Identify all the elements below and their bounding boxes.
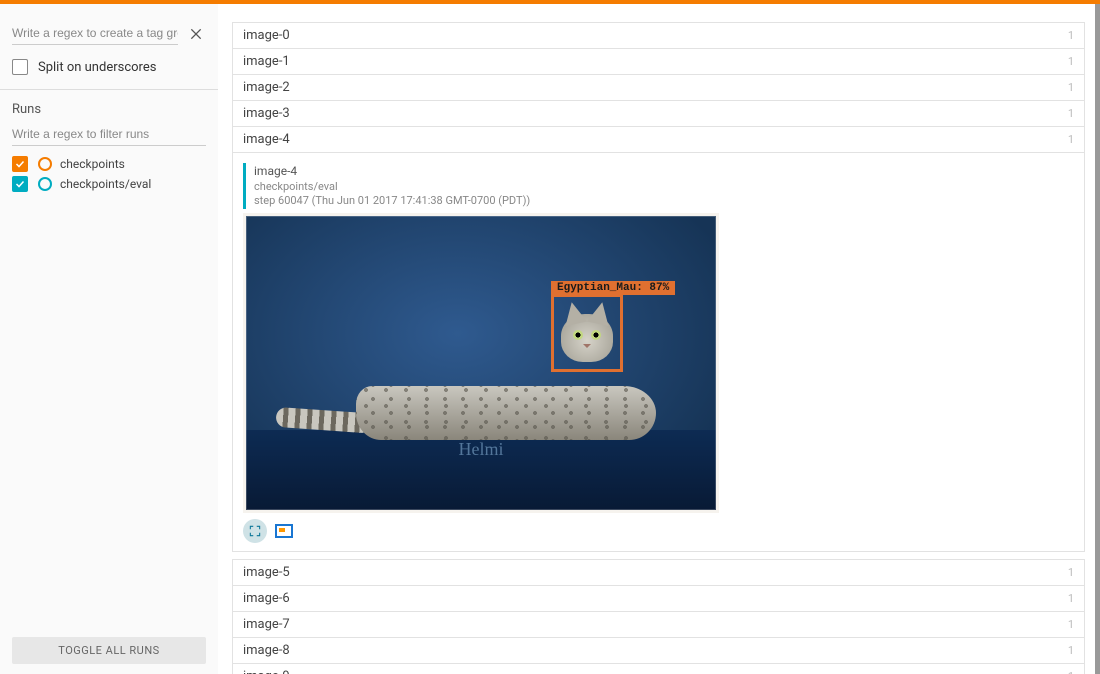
image-row-count: 1 — [1068, 107, 1074, 120]
image-row[interactable]: image-0 1 — [232, 22, 1085, 49]
image-row-count: 1 — [1068, 29, 1074, 42]
fullscreen-icon[interactable] — [243, 519, 267, 543]
image-row-count: 1 — [1068, 133, 1074, 146]
image-watermark: Helmi — [459, 439, 504, 460]
image-row[interactable]: image-8 1 — [232, 637, 1085, 664]
image-row-count: 1 — [1068, 670, 1074, 674]
image-row-count: 1 — [1068, 618, 1074, 631]
run-name: checkpoints — [60, 157, 125, 171]
runs-title: Runs — [0, 90, 218, 123]
close-icon[interactable] — [186, 24, 206, 44]
image-row-count: 1 — [1068, 566, 1074, 579]
detection-label: Egyptian_Mau: 87% — [551, 281, 675, 295]
detection-box: Egyptian_Mau: 87% — [551, 294, 623, 372]
image-row-name: image-6 — [243, 591, 290, 606]
image-row[interactable]: image-2 1 — [232, 74, 1085, 101]
run-checkbox[interactable] — [12, 176, 28, 192]
actual-size-icon[interactable] — [275, 524, 293, 538]
image-row[interactable]: image-4 1 — [232, 126, 1085, 153]
run-color-swatch — [38, 157, 52, 171]
run-item-checkpoints-eval[interactable]: checkpoints/eval — [0, 174, 218, 194]
image-card-run: checkpoints/eval — [254, 180, 1074, 194]
image-row[interactable]: image-6 1 — [232, 585, 1085, 612]
image-row-name: image-4 — [243, 132, 290, 147]
main-panel: image-0 1 image-1 1 image-2 1 image-3 1 … — [218, 4, 1095, 674]
run-name: checkpoints/eval — [60, 177, 151, 191]
image-row[interactable]: image-9 1 — [232, 663, 1085, 674]
image-row[interactable]: image-7 1 — [232, 611, 1085, 638]
toggle-all-runs-button[interactable]: TOGGLE ALL RUNS — [12, 637, 206, 664]
image-row-name: image-7 — [243, 617, 290, 632]
image-card: image-4 checkpoints/eval step 60047 (Thu… — [232, 152, 1085, 552]
image-row-count: 1 — [1068, 644, 1074, 657]
image-row[interactable]: image-5 1 — [232, 559, 1085, 586]
image-row-name: image-1 — [243, 54, 290, 69]
image-row-name: image-8 — [243, 643, 290, 658]
image-card-title: image-4 — [254, 164, 1074, 180]
runs-filter-input[interactable] — [12, 123, 206, 146]
sidebar: Split on underscores Runs checkpoints ch… — [0, 4, 218, 674]
image-row-name: image-5 — [243, 565, 290, 580]
tag-group-regex-input[interactable] — [12, 22, 178, 45]
image-row-count: 1 — [1068, 55, 1074, 68]
run-checkbox[interactable] — [12, 156, 28, 172]
image-row[interactable]: image-3 1 — [232, 100, 1085, 127]
image-row-name: image-9 — [243, 669, 290, 674]
run-item-checkpoints[interactable]: checkpoints — [0, 154, 218, 174]
image-card-meta: image-4 checkpoints/eval step 60047 (Thu… — [243, 163, 1074, 209]
image-row-count: 1 — [1068, 592, 1074, 605]
cat-body — [276, 380, 686, 440]
image-card-step: step 60047 (Thu Jun 01 2017 17:41:38 GMT… — [254, 194, 1074, 208]
image-row[interactable]: image-1 1 — [232, 48, 1085, 75]
image-preview[interactable]: Egyptian_Mau: 87% Helmi — [243, 213, 719, 513]
split-on-underscores-checkbox[interactable] — [12, 59, 28, 75]
image-row-count: 1 — [1068, 81, 1074, 94]
image-row-name: image-3 — [243, 106, 290, 121]
image-row-name: image-0 — [243, 28, 290, 43]
run-color-swatch — [38, 177, 52, 191]
split-on-underscores-label: Split on underscores — [38, 60, 156, 75]
image-row-name: image-2 — [243, 80, 290, 95]
